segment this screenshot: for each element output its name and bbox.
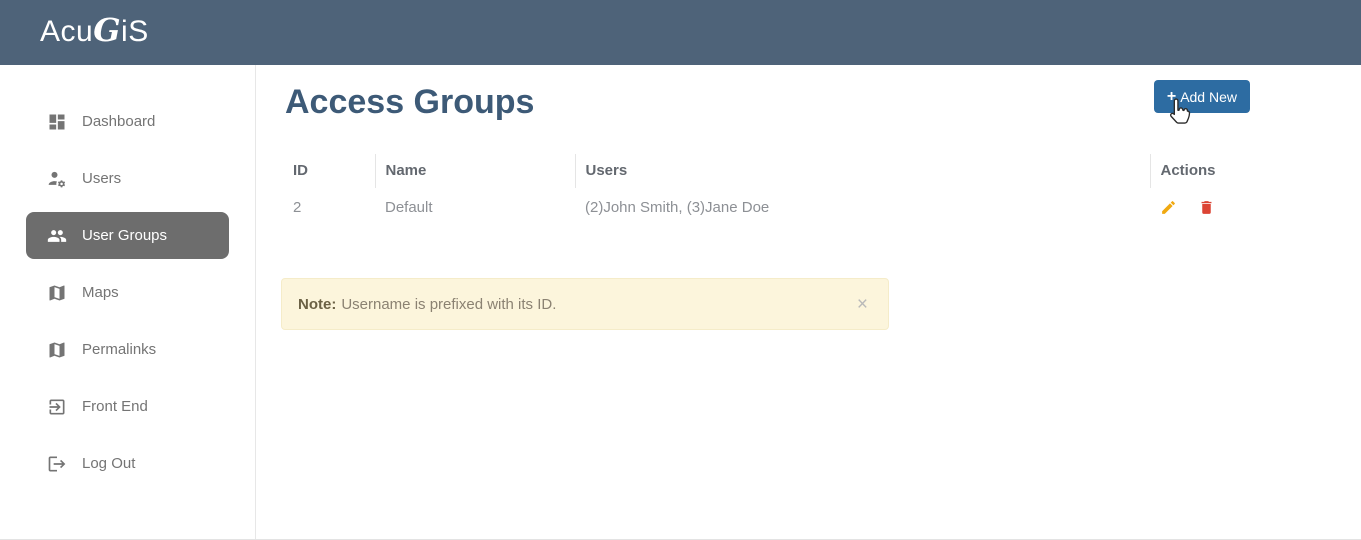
sidebar-item-label: Permalinks xyxy=(82,341,156,358)
note-label: Note: xyxy=(298,296,336,313)
delete-icon[interactable] xyxy=(1198,199,1215,216)
dashboard-icon xyxy=(47,112,67,132)
close-icon[interactable]: × xyxy=(857,295,868,314)
cell-users: (2)John Smith, (3)Jane Doe xyxy=(575,188,1150,227)
sidebar: Dashboard Users User Groups Maps Permali… xyxy=(0,65,256,540)
sidebar-item-dashboard[interactable]: Dashboard xyxy=(26,98,229,145)
user-group-icon xyxy=(47,226,67,246)
logout-icon xyxy=(47,454,67,474)
header-bar: AcuGiS xyxy=(0,0,1361,65)
add-new-button[interactable]: + Add New xyxy=(1154,80,1250,113)
add-new-button-label: Add New xyxy=(1180,89,1237,105)
acugis-logo[interactable]: AcuGiS xyxy=(40,11,149,49)
sidebar-item-label: Users xyxy=(82,170,121,187)
user-gear-icon xyxy=(47,169,67,189)
sidebar-item-maps[interactable]: Maps xyxy=(26,269,229,316)
sidebar-item-front-end[interactable]: Front End xyxy=(26,383,229,430)
logo-text-g: G xyxy=(93,11,121,49)
page-title: Access Groups xyxy=(285,83,534,122)
column-header-id: ID xyxy=(283,154,375,188)
plus-icon: + xyxy=(1167,89,1176,105)
table-row: 2 Default (2)John Smith, (3)Jane Doe xyxy=(283,188,1240,227)
sidebar-item-label: User Groups xyxy=(82,227,167,244)
cell-id: 2 xyxy=(283,188,375,227)
logo-text-2: iS xyxy=(121,15,149,48)
map-icon xyxy=(47,340,67,360)
main-content: Access Groups + Add New ID Name Users Ac… xyxy=(256,65,1361,540)
row-actions xyxy=(1160,199,1230,216)
note-text: Username is prefixed with its ID. xyxy=(341,296,556,313)
note-alert: Note: Username is prefixed with its ID. … xyxy=(281,278,889,330)
map-icon xyxy=(47,283,67,303)
sidebar-item-permalinks[interactable]: Permalinks xyxy=(26,326,229,373)
sidebar-item-label: Maps xyxy=(82,284,119,301)
access-groups-table: ID Name Users Actions 2 Default (2)John … xyxy=(283,154,1240,227)
column-header-actions: Actions xyxy=(1150,154,1240,188)
sidebar-item-user-groups[interactable]: User Groups xyxy=(26,212,229,259)
edit-icon[interactable] xyxy=(1160,199,1177,216)
sidebar-item-log-out[interactable]: Log Out xyxy=(26,440,229,487)
cell-name: Default xyxy=(375,188,575,227)
sidebar-item-label: Log Out xyxy=(82,455,135,472)
logo-text-1: Acu xyxy=(40,15,93,48)
column-header-users: Users xyxy=(575,154,1150,188)
column-header-name: Name xyxy=(375,154,575,188)
table-header-row: ID Name Users Actions xyxy=(283,154,1240,188)
sidebar-item-label: Front End xyxy=(82,398,148,415)
sidebar-item-label: Dashboard xyxy=(82,113,155,130)
sidebar-item-users[interactable]: Users xyxy=(26,155,229,202)
enter-app-icon xyxy=(47,397,67,417)
